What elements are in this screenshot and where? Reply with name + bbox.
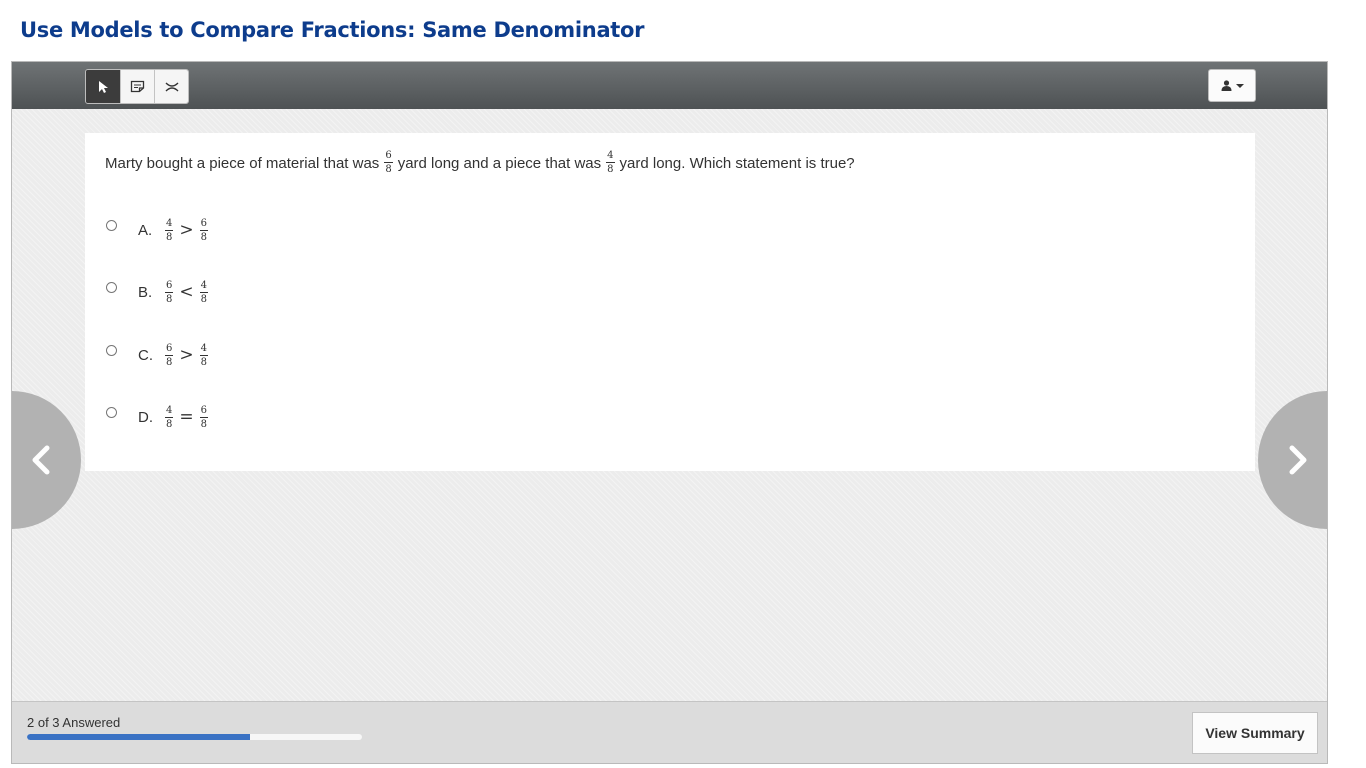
question-card: Marty bought a piece of material that wa… bbox=[85, 133, 1255, 471]
question-text-part: Marty bought a piece of material that wa… bbox=[105, 155, 380, 172]
radio-button[interactable] bbox=[106, 220, 117, 231]
chevron-left-icon bbox=[32, 445, 50, 475]
comparison-operator: = bbox=[179, 407, 194, 427]
note-tool-button[interactable] bbox=[120, 70, 154, 103]
fraction: 68 bbox=[199, 404, 208, 430]
chevron-down-icon bbox=[1235, 83, 1244, 88]
fraction: 68 bbox=[384, 149, 393, 175]
answer-choice-c[interactable]: C. 68 > 48 bbox=[105, 340, 505, 374]
previous-question-button[interactable] bbox=[12, 391, 81, 529]
choice-expression: 68 < 48 bbox=[165, 277, 208, 307]
question-text-part: yard long and a piece that was bbox=[397, 155, 602, 172]
choice-letter: D. bbox=[138, 409, 153, 426]
question-stage: Marty bought a piece of material that wa… bbox=[12, 109, 1327, 701]
choice-expression: 68 > 48 bbox=[165, 340, 208, 370]
chevron-right-icon bbox=[1289, 445, 1307, 475]
choice-letter: A. bbox=[138, 222, 153, 239]
view-summary-button[interactable]: View Summary bbox=[1192, 712, 1318, 754]
user-menu-button[interactable] bbox=[1208, 69, 1256, 102]
user-icon bbox=[1221, 80, 1231, 91]
fraction: 68 bbox=[165, 342, 174, 368]
radio-button[interactable] bbox=[106, 345, 117, 356]
comparison-operator: > bbox=[179, 345, 194, 365]
page-title: Use Models to Compare Fractions: Same De… bbox=[20, 18, 645, 42]
choice-letter: C. bbox=[138, 347, 153, 364]
note-icon bbox=[130, 80, 145, 93]
comparison-operator: > bbox=[179, 220, 194, 240]
fraction: 48 bbox=[606, 149, 615, 175]
next-question-button[interactable] bbox=[1258, 391, 1327, 529]
progress-bar bbox=[27, 734, 362, 740]
answer-choice-a[interactable]: A. 48 > 68 bbox=[105, 215, 505, 249]
toolbar bbox=[12, 62, 1327, 109]
eliminate-tool-button[interactable] bbox=[154, 70, 188, 103]
pointer-icon bbox=[99, 80, 108, 93]
fraction: 48 bbox=[199, 279, 208, 305]
comparison-operator: < bbox=[179, 282, 194, 302]
footer-bar: 2 of 3 Answered View Summary bbox=[12, 701, 1327, 763]
answer-choice-b[interactable]: B. 68 < 48 bbox=[105, 277, 505, 311]
question-text-part: yard long. Which statement is true? bbox=[619, 155, 855, 172]
choice-expression: 48 > 68 bbox=[165, 215, 208, 245]
choice-letter: B. bbox=[138, 284, 153, 301]
strikethrough-icon bbox=[165, 81, 178, 92]
test-player-frame: Marty bought a piece of material that wa… bbox=[11, 61, 1328, 764]
fraction: 48 bbox=[165, 404, 174, 430]
progress-bar-fill bbox=[27, 734, 251, 740]
fraction: 68 bbox=[165, 279, 174, 305]
radio-button[interactable] bbox=[106, 407, 117, 418]
fraction: 48 bbox=[165, 217, 174, 243]
question-text: Marty bought a piece of material that wa… bbox=[105, 150, 865, 177]
radio-button[interactable] bbox=[106, 282, 117, 293]
tool-group bbox=[85, 69, 189, 104]
fraction: 48 bbox=[199, 342, 208, 368]
answer-choice-d[interactable]: D. 48 = 68 bbox=[105, 402, 505, 436]
answered-count: 2 of 3 Answered bbox=[27, 715, 121, 730]
choice-expression: 48 = 68 bbox=[165, 402, 208, 432]
pointer-tool-button[interactable] bbox=[86, 70, 120, 103]
fraction: 68 bbox=[199, 217, 208, 243]
